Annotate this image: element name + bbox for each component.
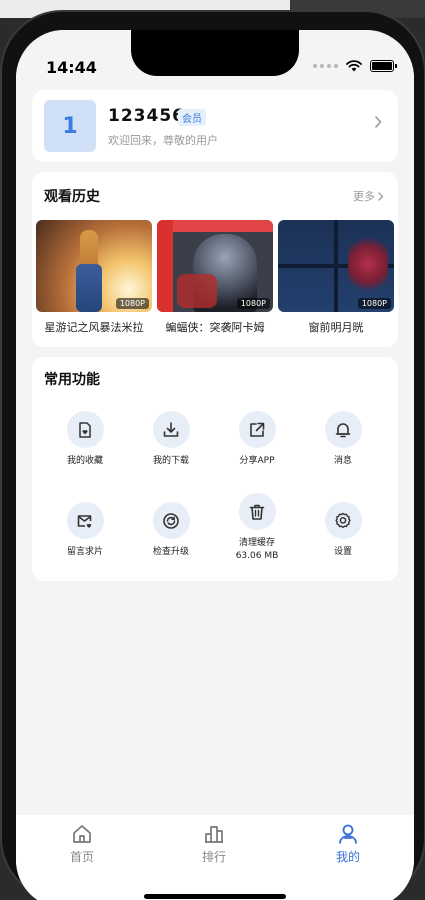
- download-icon: [163, 421, 179, 437]
- share-label: 分享APP: [239, 456, 275, 466]
- history-item-title: 蝙蝠侠：突袭阿卡姆: [165, 321, 265, 334]
- wifi-icon: [346, 60, 362, 72]
- welcome-text: 欢迎回来，尊敬的用户: [108, 134, 218, 147]
- tab-ranking-label: 排行: [201, 850, 226, 864]
- history-item[interactable]: 1080P 蝙蝠侠：突袭阿卡姆: [157, 220, 273, 335]
- phone-frame: 14:44 1 123456 会员 欢迎回来，尊敬的用户 观看历史 更多 108…: [0, 10, 425, 900]
- resolution-badge: 1080P: [236, 298, 270, 309]
- downloads-label: 我的下载: [152, 456, 189, 466]
- favorites-label: 我的收藏: [66, 456, 103, 466]
- history-item-title: 星游记之风暴法米拉: [44, 321, 144, 334]
- tab-mine-label: 我的: [335, 850, 360, 864]
- cache-size: 63.06 MB: [235, 551, 279, 561]
- tab-home-label: 首页: [69, 850, 94, 864]
- share-icon: [250, 422, 265, 437]
- tab-ranking[interactable]: 排行: [174, 823, 254, 865]
- resolution-badge: 1080P: [115, 298, 149, 309]
- resolution-badge: 1080P: [357, 298, 391, 309]
- messages-button[interactable]: 消息: [303, 411, 383, 468]
- request-movie-label: 留言求片: [66, 547, 103, 557]
- check-update-button[interactable]: 检查升级: [131, 502, 211, 559]
- history-item-title: 窗前明月晄: [308, 321, 364, 334]
- chevron-right-icon: [378, 191, 384, 201]
- clear-cache-label: 清理缓存: [238, 538, 275, 548]
- refresh-icon: [163, 512, 179, 529]
- check-update-label: 检查升级: [152, 547, 189, 557]
- status-icons: [313, 60, 397, 72]
- notch: [131, 30, 299, 76]
- home-indicator: [144, 894, 286, 899]
- clear-cache-button[interactable]: 清理缓存 63.06 MB: [217, 493, 297, 563]
- member-badge: 会员: [178, 109, 206, 126]
- status-time: 14:44: [46, 58, 97, 77]
- history-thumbnail: 1080P: [278, 220, 394, 312]
- avatar: 1: [44, 100, 96, 152]
- share-button[interactable]: 分享APP: [217, 411, 297, 468]
- status-bar: 14:44: [16, 30, 414, 90]
- history-thumbnail: 1080P: [157, 220, 273, 312]
- downloads-button[interactable]: 我的下载: [131, 411, 211, 468]
- favorites-button[interactable]: 我的收藏: [45, 411, 125, 468]
- profile-card[interactable]: 1 123456 会员 欢迎回来，尊敬的用户: [32, 90, 398, 162]
- history-item[interactable]: 1080P 星游记之风暴法米拉: [36, 220, 152, 335]
- tab-home[interactable]: 首页: [42, 823, 122, 865]
- tab-mine[interactable]: 我的: [308, 823, 388, 865]
- messages-label: 消息: [333, 456, 352, 466]
- tab-bar: 首页 排行 我的: [16, 815, 414, 900]
- history-title: 观看历史: [44, 189, 100, 205]
- username: 123456: [108, 106, 185, 126]
- gear-icon: [335, 512, 351, 528]
- chevron-right-icon: [375, 116, 382, 128]
- settings-label: 设置: [333, 547, 352, 557]
- settings-button[interactable]: 设置: [303, 502, 383, 559]
- history-item[interactable]: 1080P 窗前明月晄: [278, 220, 394, 335]
- signal-icon: [313, 64, 338, 68]
- mail-icon: [77, 514, 92, 528]
- user-icon: [339, 824, 357, 844]
- battery-icon: [370, 60, 397, 72]
- trash-icon: [249, 504, 265, 520]
- functions-title: 常用功能: [44, 372, 100, 388]
- history-card: 观看历史 更多 1080P 星游记之风暴法米拉 1080P 蝙蝠侠：突袭阿卡姆 …: [32, 172, 398, 347]
- phone-screen: 14:44 1 123456 会员 欢迎回来，尊敬的用户 观看历史 更多 108…: [16, 30, 414, 900]
- bell-icon: [335, 422, 351, 437]
- ranking-icon: [205, 826, 223, 843]
- home-icon: [73, 825, 91, 843]
- request-movie-button[interactable]: 留言求片: [45, 502, 125, 559]
- more-label: 更多: [353, 190, 375, 203]
- more-link[interactable]: 更多: [353, 188, 384, 204]
- history-thumbnail: 1080P: [36, 220, 152, 312]
- functions-card: 常用功能 我的收藏 我的下载 分享APP 消息 留言求片 检查升级 清理缓存 6…: [32, 357, 398, 581]
- favorites-icon: [79, 421, 91, 438]
